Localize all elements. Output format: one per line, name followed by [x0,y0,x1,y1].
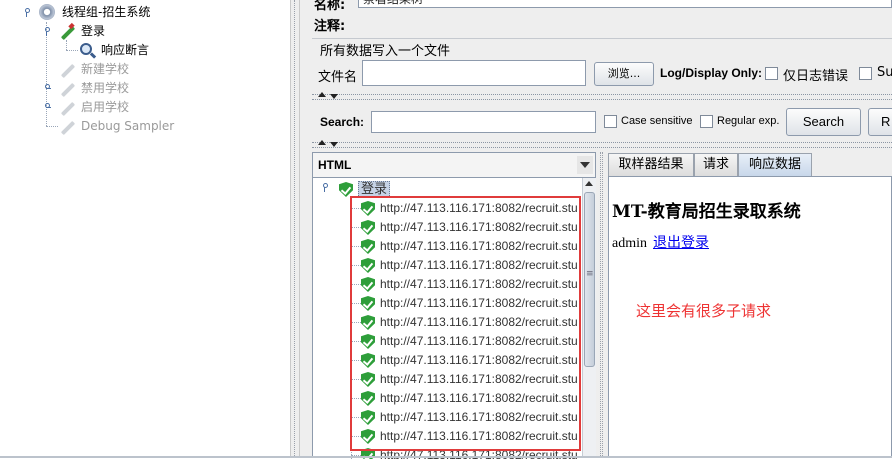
errors-only-label: 仅日志错误 [783,69,849,84]
comment-label: 注释: [314,19,346,34]
sampler-icon [58,99,76,115]
success-shield-icon [339,182,353,197]
name-field[interactable]: 察看结果树 [358,0,892,8]
search-label: Search: [320,115,365,129]
expander-icon[interactable] [42,103,51,112]
expand-down-icon[interactable] [330,142,338,147]
chevron-down-icon[interactable] [577,156,593,174]
sampler-icon [58,23,76,39]
expander-icon[interactable] [42,84,51,93]
tree-node-label: 响应断言 [101,43,150,57]
sampler-icon [58,61,76,77]
filename-label: 文件名 [318,70,358,85]
split-pane-divider[interactable] [290,0,300,458]
tree-node-label: 线程组-招生系统 [62,5,151,19]
logout-link[interactable]: 退出登录 [653,236,709,251]
tree-node-login[interactable]: 登录 [42,22,242,41]
sampler-icon [58,118,76,134]
response-tabs: 取样器结果 请求 响应数据 [608,152,892,176]
tree-node-label: 新建学校 [81,62,130,76]
highlight-box [350,196,581,451]
reset-button[interactable]: R [868,108,892,136]
tree-node-enable-school[interactable]: 启用学校 [42,98,242,117]
regex-checkbox[interactable] [700,115,713,128]
scrollbar-thumb[interactable] [584,192,595,367]
result-tree-scrollbar[interactable] [582,178,596,458]
expander-icon[interactable] [320,183,329,192]
case-sensitive-label: Case sensitive [621,115,693,127]
response-page-title: MT-教育局招生录取系统 [612,202,801,222]
expand-down-icon[interactable] [330,94,338,99]
tree-node-debug-sampler[interactable]: Debug Sampler [42,117,242,136]
renderer-select[interactable]: HTML [312,152,596,178]
split-pane-divider[interactable] [597,152,607,458]
browse-button[interactable]: 浏览... [594,62,654,86]
sampler-icon [58,80,76,96]
file-section-title: 所有数据写入一个文件 [320,40,455,59]
response-user-line: admin 退出登录 [612,232,709,252]
tree-connector [66,40,67,50]
tab-sampler-result[interactable]: 取样器结果 [608,153,694,176]
divider-grip [294,0,296,458]
case-sensitive-checkbox[interactable] [604,115,617,128]
tree-node-response-assertion[interactable]: 响应断言 [78,41,278,60]
successes-checkbox[interactable] [859,67,872,80]
tree-node-thread-group[interactable]: 线程组-招生系统 [22,3,222,22]
split-divider[interactable] [312,142,892,148]
response-username: admin [612,236,647,251]
search-input[interactable] [371,111,596,133]
tree-connector [66,50,78,51]
tree-node-new-school[interactable]: 新建学校 [42,60,242,79]
tree-node-label: 启用学校 [81,100,130,114]
gear-icon [39,4,55,20]
collapse-up-icon[interactable] [318,92,326,97]
successes-label: Su [877,65,892,80]
tree-node-label: 禁用学校 [81,81,130,95]
scroll-up-icon[interactable] [584,178,595,190]
annotation-note: 这里会有很多子请求 [636,302,772,320]
regex-label: Regular exp. [717,115,780,127]
tree-node-label: Debug Sampler [81,119,175,133]
test-plan-tree[interactable]: 线程组-招生系统 登录 响应断言 新建学校 禁用学校 启用学校 Debug Sa… [0,0,290,458]
split-divider[interactable] [312,94,892,100]
magnifier-handle [89,52,97,59]
tree-node-disable-school[interactable]: 禁用学校 [42,79,242,98]
filename-input[interactable] [362,60,586,86]
expander-icon[interactable] [42,27,51,36]
expander-icon[interactable] [22,8,31,17]
renderer-selected-value: HTML [318,158,352,172]
collapse-up-icon[interactable] [318,140,326,145]
tab-response-data[interactable]: 响应数据 [738,153,812,176]
search-button[interactable]: Search [786,108,861,136]
name-label: 名称: [314,0,346,13]
log-display-label: Log/Display Only: [660,66,763,80]
comment-field[interactable] [358,12,892,34]
tab-request[interactable]: 请求 [694,153,738,176]
errors-only-checkbox[interactable] [765,67,778,80]
tree-node-label: 登录 [81,24,106,38]
